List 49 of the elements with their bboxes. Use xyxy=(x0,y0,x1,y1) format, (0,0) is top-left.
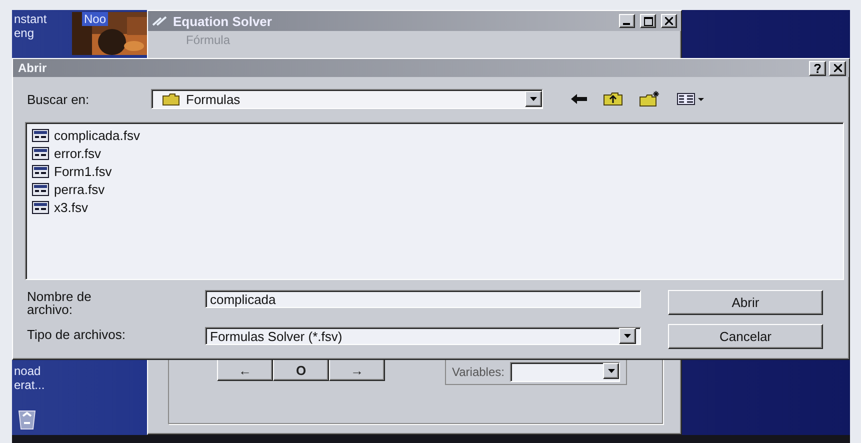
cancel-button[interactable]: Cancelar xyxy=(668,324,823,349)
file-type-dropdown[interactable]: Formulas Solver (*.fsv) xyxy=(205,327,641,345)
maximize-button[interactable] xyxy=(640,14,656,28)
folder-icon xyxy=(162,92,180,106)
app-icon xyxy=(152,15,168,27)
file-item[interactable]: x3.fsv xyxy=(32,199,88,215)
view-menu-icon[interactable] xyxy=(677,93,705,105)
file-list[interactable]: complicada.fsv error.fsv Form1.fsv perra.fsv x3.fsv xyxy=(25,122,844,280)
variables-label: Variables: xyxy=(452,365,504,379)
file-item[interactable]: perra.fsv xyxy=(32,181,105,197)
dialog-title: Abrir xyxy=(18,61,47,75)
nav-button[interactable]: → xyxy=(329,359,385,381)
open-button[interactable]: Abrir xyxy=(668,290,823,315)
file-icon xyxy=(32,200,49,214)
maximize-icon xyxy=(644,16,652,26)
help-icon xyxy=(814,64,821,72)
up-folder-icon[interactable] xyxy=(603,92,623,106)
close-button[interactable] xyxy=(661,14,677,28)
file-icon xyxy=(32,146,49,160)
desktop-icon-label[interactable]: Noo xyxy=(82,12,108,26)
desktop-icon-label[interactable]: eng xyxy=(14,26,34,40)
file-icon xyxy=(32,164,49,178)
back-arrow-icon[interactable] xyxy=(571,94,587,104)
file-item[interactable]: Form1.fsv xyxy=(32,163,112,179)
close-icon xyxy=(834,64,842,72)
close-button[interactable] xyxy=(829,60,846,76)
minimize-button[interactable] xyxy=(619,14,635,28)
variables-dropdown[interactable] xyxy=(510,362,620,382)
nav-button[interactable]: O xyxy=(273,359,329,381)
caret-icon xyxy=(624,334,631,338)
file-icon xyxy=(32,128,49,142)
caret-icon xyxy=(608,369,615,373)
file-icon xyxy=(32,182,49,196)
file-item[interactable]: complicada.fsv xyxy=(32,127,140,143)
caret-icon xyxy=(530,97,537,101)
help-button[interactable] xyxy=(809,60,826,76)
window-title: Equation Solver xyxy=(173,14,272,28)
file-item[interactable]: error.fsv xyxy=(32,145,101,161)
look-in-dropdown[interactable]: Formulas xyxy=(151,89,543,109)
file-name-field[interactable]: complicada xyxy=(205,290,641,308)
nav-button[interactable]: ← xyxy=(217,359,273,381)
desktop-icon-label[interactable]: erat... xyxy=(14,378,45,392)
desktop-icon-label[interactable]: noad xyxy=(14,364,41,378)
desktop-icon-label[interactable]: nstant xyxy=(14,12,47,26)
close-icon xyxy=(665,17,673,25)
file-name-label: Nombre de archivo: xyxy=(26,290,92,316)
file-type-label: Tipo de archivos: xyxy=(26,327,127,342)
new-folder-icon[interactable] xyxy=(639,91,661,107)
look-in-label: Buscar en: xyxy=(26,92,90,106)
